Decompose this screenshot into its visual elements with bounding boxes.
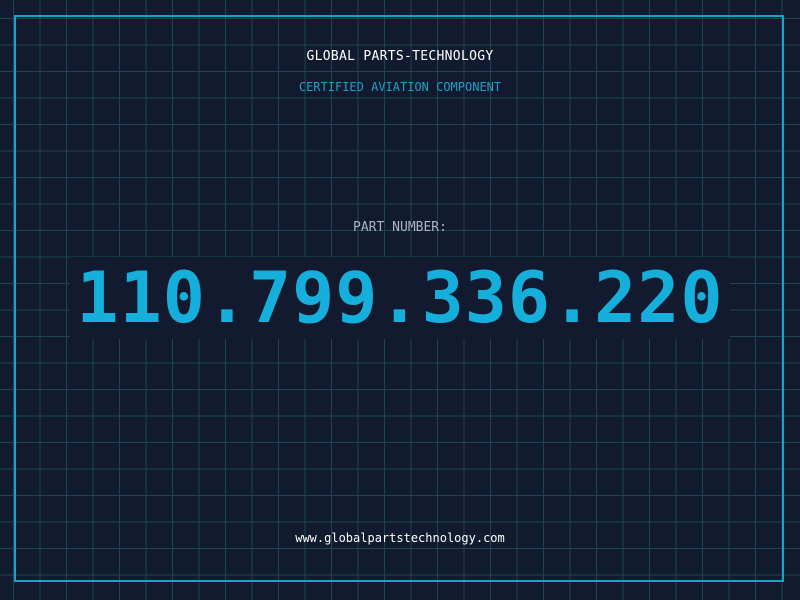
- website-url[interactable]: www.globalpartstechnology.com: [0, 531, 800, 545]
- part-number-value: 110.799.336.220: [70, 257, 730, 339]
- part-number-label: PART NUMBER:: [353, 220, 447, 235]
- certification-tagline: CERTIFIED AVIATION COMPONENT: [298, 80, 502, 94]
- part-label-card: GLOBAL PARTS-TECHNOLOGY CERTIFIED AVIATI…: [0, 0, 800, 600]
- part-number-value-row: 110.799.336.220: [0, 252, 800, 344]
- company-name: GLOBAL PARTS-TECHNOLOGY: [306, 49, 494, 64]
